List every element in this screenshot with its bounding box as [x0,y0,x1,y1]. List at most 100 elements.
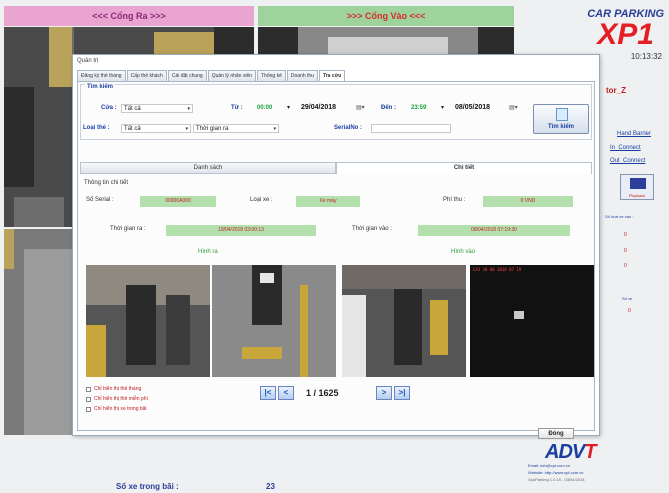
lane-select-value: Tất cả [124,106,141,112]
card-type-label: Loại thẻ : [83,125,110,131]
tab-monthly-card[interactable]: Đăng ký thẻ tháng [77,70,126,81]
side-stat-value: 0 [628,308,631,314]
admin-window: Quản trị Đăng ký thẻ tháng Cấp thẻ khách… [72,54,600,436]
subtab-detail[interactable]: Chi tiết [336,162,592,174]
search-button-label: Tìm kiếm [547,124,574,130]
monitor-icon [630,178,646,189]
vehicle-type-label: Loại xe : [250,197,273,203]
hand-barrier-link[interactable]: Hand Barrier [617,131,651,137]
exit-camera-side-feed [4,27,72,227]
from-date[interactable]: 29/04/2018 [301,104,336,111]
vehicles-in-lot-value: 23 [266,482,275,491]
entry-gate-header: >>> Cổng Vào <<< [258,6,514,26]
from-time-spin-icon[interactable]: ▾ [287,104,290,111]
card-type-select-value: Tất cả [124,126,141,132]
first-page-icon: |< [264,388,272,397]
vendor-logo-a: ADV [545,441,585,463]
filter-monthly-checkbox[interactable]: Chỉ hiển thị thẻ tháng [86,386,141,392]
serial-no-value: 00000A000 [140,196,216,207]
out-connect-link[interactable]: Out_Connect [610,158,645,164]
next-page-icon: > [381,388,387,397]
lane-label: Cửa : [101,105,117,111]
exit-photo-plate[interactable] [212,265,336,377]
page-indicator: 1 / 1625 [306,388,339,398]
tab-guest-card[interactable]: Cấp thẻ khách [126,70,167,81]
entry-photo-plate[interactable]: LA1 18 08 2018 07 19 [470,265,594,377]
vehicles-in-lot-label: Số xe trong bãi : [116,482,179,491]
filter-in-lot-checkbox[interactable]: Chỉ hiển thị xe trong bãi [86,406,147,412]
search-filter-group: Tìm kiếm Cửa : Tất cả ▾ Từ : 00:00 ▾ 29/… [80,84,592,140]
from-label: Từ : [231,105,243,111]
checkbox-label: Chỉ hiển thị thẻ tháng [94,386,142,392]
tab-statistics[interactable]: Thống kê [257,70,286,81]
lookup-subtabs: Danh sách Chi tiết [80,162,592,174]
side-mark-2: 0 [624,248,627,254]
checkbox-label: Chỉ hiển thị thẻ miễn phí [94,396,148,402]
entry-photo-plate-stamp: LA1 18 08 2018 07 19 [473,267,522,272]
window-title: Quản trị [77,58,99,64]
exit-time-value: 19/04/2018 03:00:13 [166,225,316,236]
exit-gate-header: <<< Cổng Ra >>> [4,6,254,26]
to-date[interactable]: 08/05/2018 [455,104,490,111]
tab-settings[interactable]: Cài đặt chung [167,70,207,81]
first-page-button[interactable]: |< [260,386,276,400]
checkbox-box [86,406,91,412]
prev-page-icon: < [283,388,289,397]
exit-photo-front[interactable] [86,265,210,377]
serial-input[interactable] [371,124,451,133]
vendor-email: Email: info@xpt.com.vn [528,463,571,468]
entry-images-label: Hình vào [451,249,476,255]
side-mark-3: 0 [624,263,627,269]
calendar-icon[interactable]: ▤▾ [509,104,518,111]
chevron-down-icon: ▾ [273,126,276,132]
detail-title: Thông tin chi tiết [84,180,129,186]
side-stat-label: Số xe [622,296,633,301]
calendar-icon[interactable]: ▤▾ [356,104,365,111]
search-icon [556,108,568,121]
to-time[interactable]: 23:59 [411,105,426,111]
entry-camera-side-feed [4,229,72,435]
lane-select[interactable]: Tất cả ▾ [121,104,193,113]
filter-title: Tìm kiếm [85,84,116,90]
from-time[interactable]: 00:00 [257,105,272,111]
chevron-down-icon: ▾ [185,126,188,132]
exit-time-label: Thời gian ra : [110,226,146,232]
entry-time-value: 08/04/2018 07:19:30 [418,225,570,236]
card-type-select[interactable]: Tất cả ▾ [121,124,191,133]
vendor-website: Website: http://www.xpt.com.vn [528,470,584,475]
search-button[interactable]: Tìm kiếm [533,104,589,134]
side-note: Số lượt xe vào : [605,214,634,219]
period-select-value: Thời gian ra [196,126,229,132]
checkbox-box [86,386,91,392]
to-label: Đến : [381,105,396,111]
next-page-button[interactable]: > [376,386,392,400]
vehicle-type-value: Xe máy [296,196,360,207]
vendor-logo-b: T [584,441,596,463]
subtab-list[interactable]: Danh sách [80,162,336,174]
serial-label: SerialNo : [334,125,363,131]
tab-revenue[interactable]: Doanh thu [286,70,318,81]
to-time-spin-icon[interactable]: ▾ [441,104,444,111]
admin-tabbar: Đăng ký thẻ tháng Cấp thẻ khách Cài đặt … [77,70,346,82]
entry-photo-front[interactable] [342,265,466,377]
side-mark-1: 0 [624,232,627,238]
in-connect-link[interactable]: In_Connect [610,145,641,151]
fee-label: Phí thu : [443,197,466,203]
chevron-down-icon: ▾ [187,106,190,112]
brand-logo-text: XP1 [597,18,654,51]
checkbox-label: Chỉ hiển thị xe trong bãi [94,406,147,412]
period-select[interactable]: Thời gian ra ▾ [193,124,279,133]
tab-staff[interactable]: Quản lý nhân viên [207,70,257,81]
vendor-logo: ADVT [545,441,596,464]
entry-time-label: Thời gian vào : [352,226,392,232]
prev-page-button[interactable]: < [278,386,294,400]
fee-value: 0 VND [483,196,573,207]
filter-free-checkbox[interactable]: Chỉ hiển thị thẻ miễn phí [86,396,148,402]
playback-button[interactable]: Playback [620,174,654,200]
serial-no-label: Số Serial : [86,197,114,203]
playback-button-label: Playback [628,193,646,198]
lookup-panel: Tìm kiếm Cửa : Tất cả ▾ Từ : 00:00 ▾ 29/… [77,81,595,431]
logged-user: tor_Z [606,86,626,95]
last-page-button[interactable]: >| [394,386,410,400]
close-button[interactable]: Đóng [538,428,574,439]
